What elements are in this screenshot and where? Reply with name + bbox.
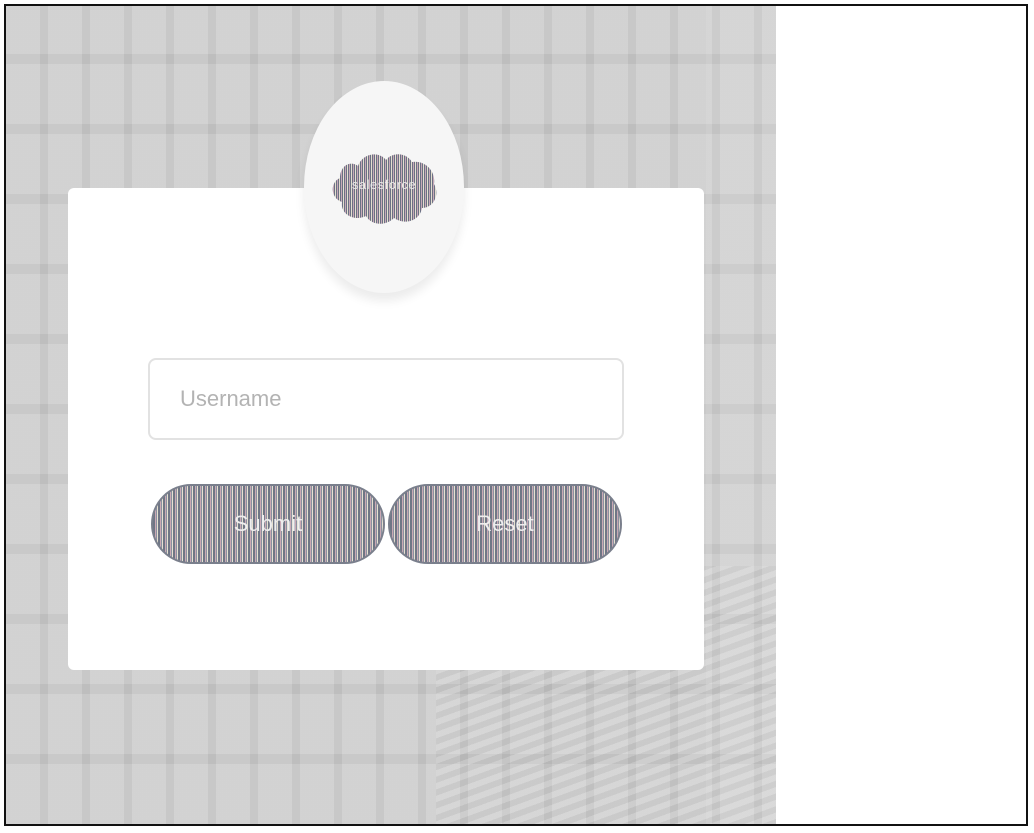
reset-button[interactable]: Reset (388, 484, 622, 564)
building-pattern-right (706, 6, 776, 824)
salesforce-logo: salesforce (328, 146, 440, 228)
page-frame: salesforce Submit Reset (4, 4, 1028, 826)
submit-button[interactable]: Submit (151, 484, 385, 564)
logo-badge: salesforce (304, 81, 464, 293)
username-input[interactable] (148, 358, 624, 440)
logo-text: salesforce (351, 177, 417, 192)
